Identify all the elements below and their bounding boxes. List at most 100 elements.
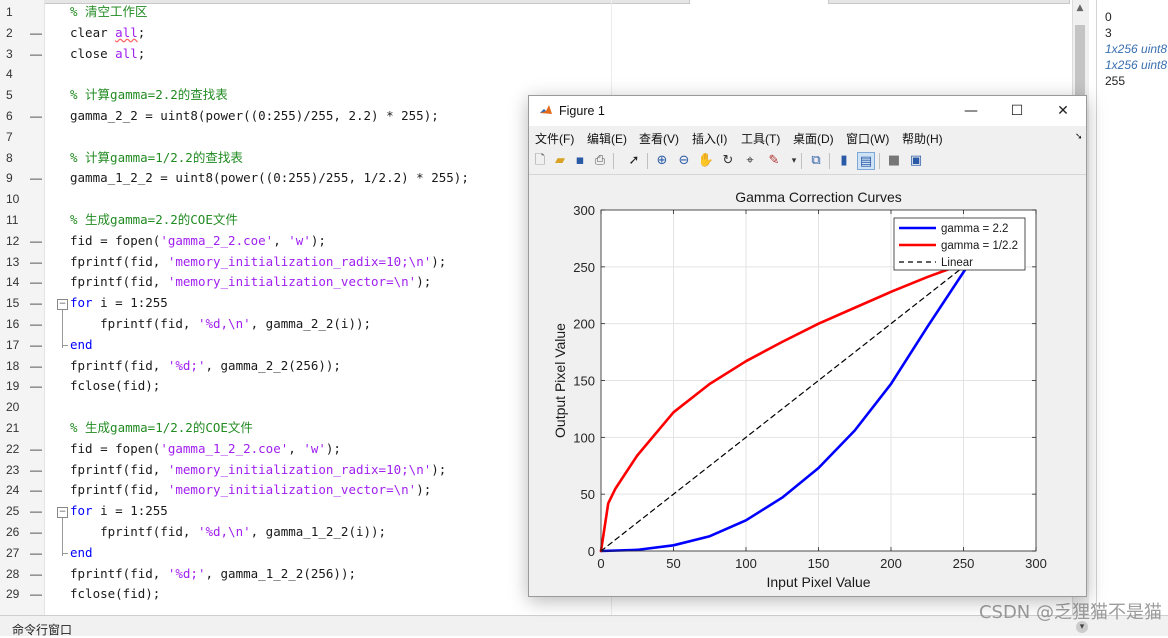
- code-line[interactable]: 18— fprintf(fid, '%d;', gamma_2_2(256));: [0, 356, 611, 377]
- code-line[interactable]: 26— fprintf(fid, '%d,\n', gamma_1_2_2(i)…: [0, 522, 611, 543]
- close-button[interactable]: ✕: [1051, 100, 1075, 122]
- line-number[interactable]: 11: [6, 210, 36, 231]
- breakpoint-marker[interactable]: —: [30, 460, 42, 481]
- menu-window[interactable]: 窗口(W): [846, 130, 889, 147]
- code-line[interactable]: 12— fid = fopen('gamma_2_2.coe', 'w');: [0, 231, 611, 252]
- code-line[interactable]: 21 % 生成gamma=1/2.2的COE文件: [0, 418, 611, 439]
- breakpoint-marker[interactable]: —: [30, 480, 42, 501]
- breakpoint-marker[interactable]: —: [30, 543, 42, 564]
- rotate-icon[interactable]: ↻: [719, 152, 737, 170]
- code-line[interactable]: 29— fclose(fid);: [0, 584, 611, 605]
- open-file-icon[interactable]: ▰: [551, 152, 569, 170]
- breakpoint-marker[interactable]: —: [30, 44, 42, 65]
- show-plot-tools-icon[interactable]: ▣: [907, 152, 925, 170]
- code-line[interactable]: 20: [0, 397, 611, 418]
- code-line[interactable]: 25— − for i = 1:255: [0, 501, 611, 556]
- code-text[interactable]: fprintf(fid, 'memory_initialization_vect…: [70, 480, 431, 501]
- code-text[interactable]: fprintf(fid, '%d,\n', gamma_1_2_2(i));: [70, 522, 386, 543]
- code-text[interactable]: fclose(fid);: [70, 376, 160, 397]
- code-line[interactable]: 13— fprintf(fid, 'memory_initialization_r…: [0, 252, 611, 273]
- code-line[interactable]: 8 % 计算gamma=1/2.2的查找表: [0, 148, 611, 169]
- pan-icon[interactable]: ✋: [697, 152, 715, 170]
- code-line[interactable]: 14— fprintf(fid, 'memory_initialization_v…: [0, 272, 611, 293]
- breakpoint-marker[interactable]: —: [30, 23, 42, 44]
- breakpoint-marker[interactable]: —: [30, 439, 42, 460]
- code-text[interactable]: gamma_2_2 = uint8(power((0:255)/255, 2.2…: [70, 106, 439, 127]
- code-text[interactable]: fprintf(fid, 'memory_initialization_radi…: [70, 460, 446, 481]
- code-text[interactable]: fprintf(fid, '%d,\n', gamma_2_2(i));: [70, 314, 371, 335]
- menu-edit[interactable]: 编辑(E): [587, 130, 627, 147]
- menu-help[interactable]: 帮助(H): [902, 130, 943, 147]
- code-text[interactable]: gamma_1_2_2 = uint8(power((0:255)/255, 1…: [70, 168, 469, 189]
- line-number[interactable]: 10: [6, 189, 36, 210]
- code-line[interactable]: 4: [0, 64, 611, 85]
- code-line[interactable]: 27— end: [0, 542, 611, 564]
- code-text[interactable]: % 计算gamma=1/2.2的查找表: [70, 148, 243, 169]
- code-line[interactable]: 3— close all;: [0, 44, 611, 65]
- menu-view[interactable]: 查看(V): [639, 130, 679, 147]
- gamma-chart[interactable]: 0 50 100 150 200 250 300 0 50 100 150 200 250 300 Gamm…: [529, 175, 1086, 596]
- code-line[interactable]: 28— fprintf(fid, '%d;', gamma_1_2_2(256))…: [0, 564, 611, 585]
- code-text[interactable]: % 生成gamma=1/2.2的COE文件: [70, 418, 253, 439]
- code-line[interactable]: 9— gamma_1_2_2 = uint8(power((0:255)/255,…: [0, 168, 611, 189]
- code-line[interactable]: 1 % 清空工作区: [0, 2, 611, 23]
- breakpoint-marker[interactable]: —: [30, 522, 42, 543]
- code-text[interactable]: fprintf(fid, 'memory_initialization_vect…: [70, 272, 431, 293]
- breakpoint-marker[interactable]: —: [30, 106, 42, 127]
- figure-titlebar[interactable]: Figure 1 — ☐ ✕: [529, 96, 1086, 126]
- code-text[interactable]: end: [70, 543, 93, 564]
- print-icon[interactable]: ⎙: [591, 152, 609, 170]
- code-text[interactable]: fprintf(fid, '%d;', gamma_1_2_2(256));: [70, 564, 356, 585]
- menubar-overflow-icon[interactable]: ➘: [1075, 132, 1083, 142]
- menu-desktop[interactable]: 桌面(D): [793, 130, 834, 147]
- zoom-out-icon[interactable]: ⊖: [675, 152, 693, 170]
- code-text[interactable]: end: [70, 335, 93, 356]
- link-icon[interactable]: ⧉: [807, 152, 825, 170]
- breakpoint-marker[interactable]: —: [30, 584, 42, 605]
- code-text[interactable]: for i = 1:255: [70, 293, 168, 314]
- breakpoint-marker[interactable]: —: [30, 252, 42, 273]
- code-text[interactable]: fprintf(fid, '%d;', gamma_2_2(256));: [70, 356, 341, 377]
- menu-file[interactable]: 文件(F): [535, 130, 574, 147]
- fold-toggle-icon[interactable]: −: [57, 299, 68, 311]
- breakpoint-marker[interactable]: —: [30, 168, 42, 189]
- scroll-up-icon[interactable]: ▲: [1075, 3, 1085, 13]
- pointer-icon[interactable]: ➚: [625, 152, 643, 170]
- code-text[interactable]: % 清空工作区: [70, 2, 148, 23]
- minimize-button[interactable]: —: [959, 100, 983, 122]
- code-line[interactable]: 15— − for i = 1:255: [0, 293, 611, 348]
- brush-icon[interactable]: ✎: [765, 152, 783, 170]
- new-figure-icon[interactable]: 🗋: [531, 152, 549, 170]
- save-icon[interactable]: ▪: [571, 152, 589, 170]
- code-line[interactable]: 19— fclose(fid);: [0, 376, 611, 397]
- breakpoint-marker[interactable]: —: [30, 272, 42, 293]
- zoom-in-icon[interactable]: ⊕: [653, 152, 671, 170]
- line-number[interactable]: 20: [6, 397, 36, 418]
- code-text[interactable]: close all;: [70, 44, 145, 65]
- line-number[interactable]: 4: [6, 64, 36, 85]
- figure-window[interactable]: Figure 1 — ☐ ✕ 文件(F) 编辑(E) 查看(V) 插入(I) 工…: [528, 95, 1087, 597]
- line-number[interactable]: 8: [6, 148, 36, 169]
- code-line[interactable]: 2— clear all;: [0, 23, 611, 44]
- code-text[interactable]: for i = 1:255: [70, 501, 168, 522]
- code-line[interactable]: 22— fid = fopen('gamma_1_2_2.coe', 'w');: [0, 439, 611, 460]
- menu-insert[interactable]: 插入(I): [692, 130, 727, 147]
- breakpoint-marker[interactable]: —: [30, 335, 42, 356]
- breakpoint-marker[interactable]: —: [30, 231, 42, 252]
- line-number[interactable]: 21: [6, 418, 36, 439]
- fold-toggle-icon[interactable]: −: [57, 507, 68, 519]
- command-window-label[interactable]: 命令行窗口: [12, 621, 72, 638]
- code-line[interactable]: 7: [0, 127, 611, 148]
- code-line[interactable]: 6— gamma_2_2 = uint8(power((0:255)/255, 2…: [0, 106, 611, 127]
- code-text[interactable]: fid = fopen('gamma_1_2_2.coe', 'w');: [70, 439, 341, 460]
- code-line[interactable]: 24— fprintf(fid, 'memory_initialization_v…: [0, 480, 611, 501]
- code-line[interactable]: 5 % 计算gamma=2.2的查找表: [0, 85, 611, 106]
- line-number[interactable]: 5: [6, 85, 36, 106]
- hide-plot-tools-icon[interactable]: ■: [885, 152, 903, 170]
- breakpoint-marker[interactable]: —: [30, 564, 42, 585]
- code-text[interactable]: % 生成gamma=2.2的COE文件: [70, 210, 238, 231]
- maximize-button[interactable]: ☐: [1005, 100, 1029, 122]
- code-text[interactable]: clear all;: [70, 23, 145, 44]
- code-line[interactable]: 16— fprintf(fid, '%d,\n', gamma_2_2(i));: [0, 314, 611, 335]
- code-text[interactable]: fclose(fid);: [70, 584, 160, 605]
